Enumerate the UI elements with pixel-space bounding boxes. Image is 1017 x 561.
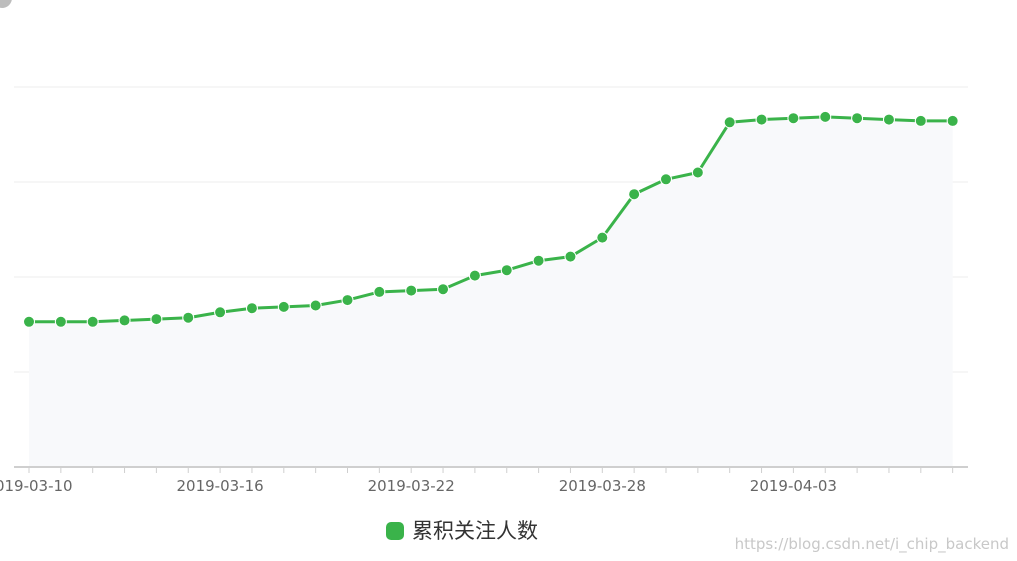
- data-point: [118, 314, 131, 327]
- data-point: [660, 173, 672, 186]
- legend[interactable]: 累积关注人数: [386, 516, 538, 546]
- x-tick-label: 2019-03-28: [559, 477, 646, 495]
- data-point: [691, 166, 704, 179]
- line-chart: 2019-03-10 2019-03-16 2019-03-22 2019-03-28…: [0, 86, 968, 495]
- data-point: [596, 231, 609, 244]
- data-point: [882, 113, 895, 126]
- x-axis: 2019-03-10 2019-03-16 2019-03-22 2019-03-28…: [0, 466, 968, 495]
- data-point: [54, 315, 67, 328]
- data-point: [150, 313, 163, 326]
- data-point: [851, 112, 864, 125]
- area-path: [29, 116, 953, 467]
- data-point: [309, 299, 322, 312]
- data-point: [86, 315, 99, 328]
- data-point: [405, 284, 418, 297]
- data-point: [787, 112, 800, 125]
- x-tick-label: 2019-03-22: [368, 477, 455, 495]
- x-tick-label: 2019-03-10: [0, 477, 73, 495]
- data-point: [946, 114, 959, 127]
- data-point: [914, 114, 927, 127]
- watermark: https://blog.csdn.net/i_chip_backend: [734, 535, 1009, 553]
- data-point: [182, 311, 195, 324]
- data-point: [819, 110, 832, 123]
- data-point: [500, 264, 513, 277]
- legend-swatch: [386, 522, 404, 540]
- data-point: [468, 269, 481, 282]
- x-tick-label: 2019-03-16: [177, 477, 264, 495]
- data-point: [373, 285, 386, 298]
- data-point: [341, 294, 354, 307]
- legend-label: 累积关注人数: [412, 519, 538, 543]
- data-point: [755, 113, 768, 126]
- area-fill: [29, 116, 953, 467]
- data-point: [277, 300, 290, 313]
- data-point: [564, 250, 577, 263]
- x-tick-label: 2019-04-03: [750, 477, 837, 495]
- data-point: [23, 315, 35, 328]
- data-point: [723, 116, 736, 129]
- data-point: [628, 188, 641, 201]
- data-point: [214, 306, 227, 319]
- data-point: [245, 302, 258, 315]
- data-point: [532, 254, 545, 267]
- data-point: [437, 283, 450, 296]
